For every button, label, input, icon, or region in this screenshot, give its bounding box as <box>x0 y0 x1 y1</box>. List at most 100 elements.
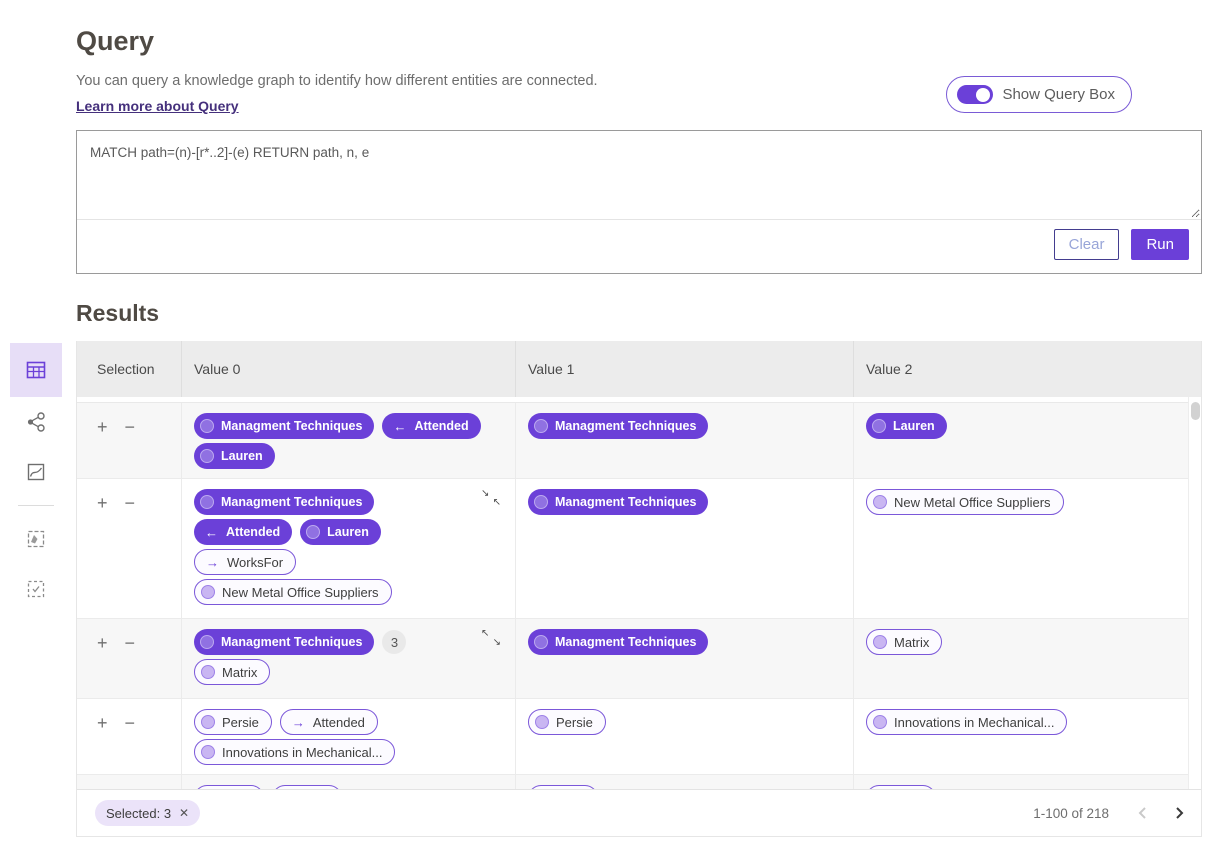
sidebar-item-table-view[interactable] <box>10 343 62 397</box>
close-icon[interactable]: ✕ <box>179 806 189 820</box>
value2-cell: Matrix <box>853 619 1201 698</box>
page-description: You can query a knowledge graph to ident… <box>76 73 598 89</box>
learn-more-link[interactable]: Learn more about Query <box>76 98 239 114</box>
intro-row: You can query a knowledge graph to ident… <box>76 73 1132 116</box>
chevron-left-icon[interactable] <box>1137 806 1147 820</box>
entity-pill[interactable]: Matrix <box>866 629 942 655</box>
value2-cell <box>853 775 1201 789</box>
entity-pill[interactable]: Innovations in Mechanical... <box>194 739 395 765</box>
node-circle-icon <box>200 495 214 509</box>
value2-cell: Innovations in Mechanical... <box>853 699 1201 774</box>
node-circle-icon <box>872 419 886 433</box>
edge-pill[interactable]: →WorksFor <box>194 549 296 575</box>
table-row: +−Managment Techniques3Matrix↖↘Managment… <box>77 619 1201 699</box>
node-circle-icon <box>200 419 214 433</box>
pill-label: Matrix <box>894 635 929 650</box>
pill-line: →WorksFor <box>194 549 505 575</box>
clear-button[interactable]: Clear <box>1054 229 1120 260</box>
entity-pill[interactable]: Persie <box>194 709 272 735</box>
run-button[interactable]: Run <box>1131 229 1189 260</box>
collapse-cell-icon[interactable]: ↘↖ <box>481 488 501 508</box>
show-query-box-toggle[interactable]: Show Query Box <box>946 76 1132 113</box>
pill-label: Innovations in Mechanical... <box>894 715 1054 730</box>
column-header-value0: Value 0 <box>181 341 515 397</box>
sidebar-item-selection-view[interactable] <box>10 564 62 614</box>
pill-line: Lauren <box>866 413 1191 439</box>
remove-selection-button[interactable]: − <box>125 634 136 652</box>
value1-cell <box>515 775 853 789</box>
entity-pill[interactable]: Lauren <box>866 413 947 439</box>
node-circle-icon <box>200 635 214 649</box>
chevron-right-icon[interactable] <box>1175 806 1185 820</box>
arrow-right-icon: → <box>292 715 305 730</box>
entity-pill[interactable]: New Metal Office Suppliers <box>194 579 392 605</box>
node-circle-icon <box>201 585 215 599</box>
diag-arrow-icon: ↖ <box>481 628 489 639</box>
pill-label: Managment Techniques <box>555 419 696 433</box>
value1-cell: Managment Techniques <box>515 619 853 698</box>
entity-pill[interactable]: Managment Techniques <box>194 629 374 655</box>
node-circle-icon <box>201 745 215 759</box>
entity-pill[interactable]: Innovations in Mechanical... <box>866 709 1067 735</box>
remove-selection-button[interactable]: − <box>125 494 136 512</box>
expand-cell-icon[interactable]: ↖↘ <box>481 628 501 648</box>
entity-pill[interactable] <box>528 785 598 789</box>
pill-line: New Metal Office Suppliers <box>866 489 1191 515</box>
pill-line: Innovations in Mechanical... <box>866 709 1191 735</box>
pill-label: Attended <box>313 715 365 730</box>
entity-pill[interactable]: Persie <box>528 709 606 735</box>
pill-line: Lauren <box>194 443 505 469</box>
query-input[interactable]: MATCH path=(n)-[r*..2]-(e) RETURN path, … <box>78 132 1200 218</box>
selected-count-label: Selected: 3 <box>106 806 171 821</box>
edge-pill[interactable]: → Attended <box>280 709 378 735</box>
add-selection-button[interactable]: + <box>97 494 108 512</box>
sidebar-item-map-view[interactable] <box>10 514 62 564</box>
pill-line: Managment Techniques <box>528 413 843 439</box>
remove-selection-button[interactable]: − <box>125 418 136 436</box>
entity-pill[interactable]: New Metal Office Suppliers <box>866 489 1064 515</box>
scrollbar-thumb[interactable] <box>1191 402 1200 420</box>
entity-pill[interactable] <box>272 785 342 789</box>
table-header: Selection Value 0 Value 1 Value 2 <box>77 341 1201 397</box>
arrow-right-icon: → <box>206 555 219 570</box>
edge-pill[interactable]: ←Attended <box>194 519 292 545</box>
entity-pill[interactable]: Managment Techniques <box>528 489 708 515</box>
table-row <box>77 775 1201 789</box>
entity-pill[interactable]: Managment Techniques <box>528 413 708 439</box>
node-circle-icon <box>201 715 215 729</box>
entity-pill[interactable] <box>866 785 936 789</box>
query-actions: Clear Run <box>77 219 1201 273</box>
table-scrollbar[interactable] <box>1188 397 1201 789</box>
entity-pill[interactable]: Lauren <box>194 443 275 469</box>
remove-selection-button[interactable]: − <box>125 714 136 732</box>
sidebar-item-chart-view[interactable] <box>10 447 62 497</box>
toggle-switch-icon[interactable] <box>957 85 993 104</box>
pill-label: Attended <box>226 525 280 539</box>
pill-label: New Metal Office Suppliers <box>894 495 1051 510</box>
chart-icon <box>24 460 48 484</box>
pill-label: Lauren <box>221 449 263 463</box>
value1-cell: Managment Techniques <box>515 403 853 478</box>
page-title: Query <box>76 26 1208 57</box>
pill-line: Managment Techniques <box>194 489 505 515</box>
pagination-range: 1-100 of 218 <box>1033 806 1109 821</box>
add-selection-button[interactable]: + <box>97 634 108 652</box>
pill-line: Matrix <box>866 629 1191 655</box>
entity-pill[interactable]: Lauren <box>300 519 381 545</box>
pill-line: Managment Techniques <box>528 489 843 515</box>
diag-arrow-icon: ↘ <box>493 637 501 648</box>
pill-line: Managment Techniques ←Attended <box>194 413 505 439</box>
table-icon <box>24 358 48 382</box>
sidebar-item-graph-view[interactable] <box>10 397 62 447</box>
add-selection-button[interactable]: + <box>97 418 108 436</box>
entity-pill[interactable]: Managment Techniques <box>194 489 374 515</box>
entity-pill[interactable]: Managment Techniques <box>528 629 708 655</box>
selection-cell: +− <box>77 479 181 618</box>
selected-count-chip[interactable]: Selected: 3 ✕ <box>95 800 200 826</box>
entity-pill[interactable]: Matrix <box>194 659 270 685</box>
entity-pill[interactable] <box>194 785 264 789</box>
entity-pill[interactable]: Managment Techniques <box>194 413 374 439</box>
add-selection-button[interactable]: + <box>97 714 108 732</box>
edge-pill[interactable]: ←Attended <box>382 413 480 439</box>
pill-line: New Metal Office Suppliers <box>194 579 505 605</box>
